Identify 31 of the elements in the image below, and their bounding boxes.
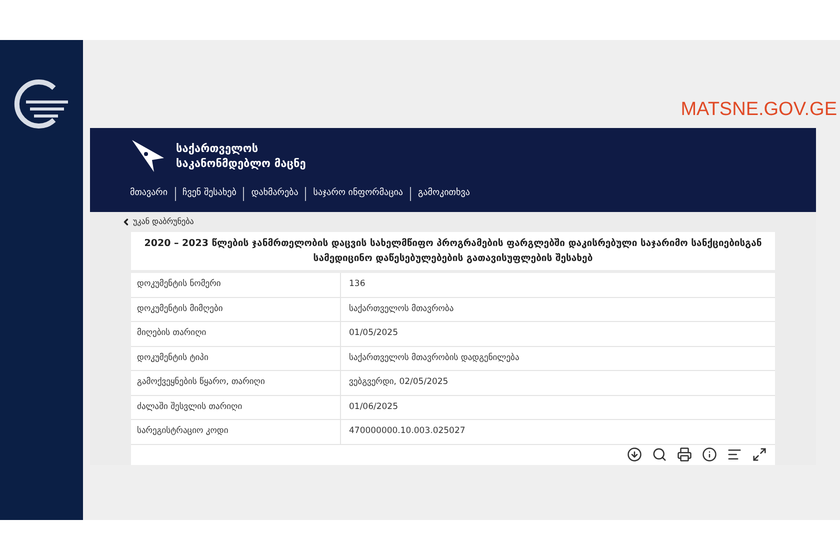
info-icon[interactable] [702,447,717,462]
document-title: 2020 – 2023 წლების ჯანმრთელობის დაცვის სახელმწიფო პროგრამების ფარგლებში დაკისრებული საჯარიმო სანქციებისგან სამედიცინო დაწესებულებების გათავისუფლების შესახებ [131,232,775,273]
field-value: 136 [348,278,366,292]
field-value: 01/05/2025 [348,327,399,340]
field-value: ვებგვერდი, 02/05/2025 [348,376,450,390]
site-title: საქართველოს [176,141,260,156]
field-label: დოკუმენტის ტიპი [131,346,341,370]
nav-link[interactable]: ჩვენ შესახებ [182,187,236,201]
site-title: საკანონმდებლო მაცნე [176,156,306,171]
text-lines-icon[interactable] [727,447,742,462]
field-value: საქართველოს მთავრობის დადგენილება [348,352,520,365]
field-value: 01/06/2025 [348,400,399,414]
field-label: მიღების თარიღი [131,322,341,346]
back-link[interactable]: უკან დაბრუნება [121,212,194,232]
chevron-left-icon [121,217,131,227]
field-value: საქართველოს მთავრობა [348,302,455,316]
search-icon[interactable] [652,447,667,462]
field-label: ძალაში შესვლის თარიღი [131,396,341,419]
print-icon[interactable] [677,447,692,462]
expand-icon[interactable] [752,447,767,462]
download-icon[interactable] [627,447,642,462]
nav-link[interactable]: დახმარება [251,187,298,201]
source-label: MATSNE.GOV.GE [680,98,837,122]
nav-link[interactable]: საჯარო ინფორმაცია [313,187,403,201]
nav-link[interactable]: მთავარი [130,187,168,201]
field-value: 470000000.10.003.025027 [348,425,466,438]
field-label: დოკუმენტის მიმღები [131,298,341,321]
field-label: გამოქვეყნების წყარო, თარიღი [131,371,341,394]
field-label: დოკუმენტის ნომერი [131,273,341,296]
nav-link[interactable]: გამოკითხვა [418,187,470,201]
field-label: სარეგისტრაციო კოდი [131,420,341,444]
